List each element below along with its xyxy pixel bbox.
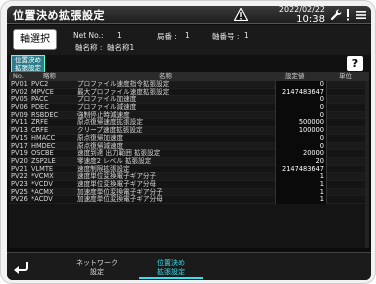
time-text: 10:38 [296, 13, 325, 25]
title-bar: 位置決め拡張設定 2022/02/22 10:38 [7, 6, 371, 24]
net-no-label: Net No.: [73, 31, 104, 40]
axis-info-panel: 軸選択 Net No.: 1 局番 : 1 軸番号 : 1 軸名称 : 軸名称1 [7, 25, 371, 55]
menu-icon[interactable] [355, 9, 367, 21]
tab-positioning-extended[interactable]: 位置決め 拡張設定 [11, 55, 45, 72]
param-abbr: *ACDV [31, 195, 53, 204]
axis-no-label: 軸番号 : [212, 32, 240, 41]
axis-no-value: 1 [244, 31, 249, 40]
tab-positioning-settings[interactable]: 位置決め 拡張設定 [139, 257, 203, 279]
datetime: 2022/02/22 10:38 [263, 6, 325, 24]
param-name: 加速度単位変換電子ギア分母 [77, 195, 163, 204]
net-no-value: 1 [117, 31, 122, 40]
table-header: No. 略称 名称 設定値 単位 [9, 72, 369, 81]
tab-positioning-line1: 位置決め [157, 259, 185, 267]
alert-icon[interactable] [344, 8, 352, 21]
bottom-nav: ネットワーク 設定 位置決め 拡張設定 [7, 252, 371, 280]
hmi-screen: 位置決め拡張設定 2022/02/22 10:38 軸選択 Net No.: 1… [7, 6, 371, 280]
table-row[interactable]: PV06 PDEC プロファイル減速度 0 [9, 103, 369, 112]
wrench-icon[interactable] [330, 8, 342, 21]
tab-label-line2: 拡張設定 [15, 63, 41, 72]
param-no: PV26 [11, 195, 28, 204]
table-row[interactable]: PV21 VLMTE 速度制限拡張設定 2147483647 [9, 165, 369, 174]
parameter-table: No. 略称 名称 設定値 単位 PV01 PVC2 プロファイル速度指令拡張設定 0… [9, 72, 369, 248]
device-frame: 位置決め拡張設定 2022/02/22 10:38 軸選択 Net No.: 1… [0, 0, 376, 284]
header-value: 設定値 [285, 72, 305, 80]
axis-name-label: 軸名称 : [75, 43, 103, 52]
table-row[interactable]: PV05 PACC プロファイル加速度 0 [9, 96, 369, 105]
table-row[interactable]: PV19 OSCBE 速度到達 出力範囲 拡張設定 20000 [9, 149, 369, 158]
tab-network-settings[interactable]: ネットワーク 設定 [65, 257, 129, 279]
table-row[interactable]: PV23 *VCDV 速度単位変換電子ギア分母 1 [9, 180, 369, 189]
station-label: 局番 : [157, 32, 177, 41]
table-body: PV01 PVC2 プロファイル速度指令拡張設定 0 PV02 MPVCE 最大プロファイル… [9, 80, 369, 204]
tab-row: 位置決め 拡張設定 ? [7, 55, 371, 72]
table-row[interactable]: PV02 MPVCE 最大プロファイル速度拡張設定 2147483647 [9, 88, 369, 97]
table-row[interactable]: PV15 HMACC 原点復帰加速度 0 [9, 134, 369, 143]
table-row[interactable]: PV25 *ACMX 加速度単位変換電子ギア分子 1 [9, 188, 369, 197]
back-icon[interactable] [13, 260, 29, 274]
tab-positioning-line2: 拡張設定 [157, 267, 185, 276]
axis-select-button[interactable]: 軸選択 [13, 29, 57, 50]
tab-network-line2: 設定 [90, 267, 104, 276]
station-value: 1 [185, 31, 190, 40]
page-title: 位置決め拡張設定 [13, 9, 105, 22]
table-row[interactable]: PV26 *ACDV 加速度単位変換電子ギア分母 1 [9, 196, 369, 204]
help-button[interactable]: ? [347, 56, 363, 71]
axis-name-value: 軸名称1 [107, 43, 135, 52]
header-unit: 単位 [339, 72, 352, 80]
table-row[interactable]: PV22 *VCMX 速度単位変換電子ギア分子 1 [9, 173, 369, 181]
tab-network-line1: ネットワーク [76, 259, 118, 267]
scrollbar[interactable] [365, 81, 369, 248]
warning-icon[interactable] [234, 8, 248, 21]
param-value[interactable]: 1 [275, 196, 327, 204]
table-row[interactable]: PV13 CRFE クリープ速度拡張設定 100000 [9, 126, 369, 135]
